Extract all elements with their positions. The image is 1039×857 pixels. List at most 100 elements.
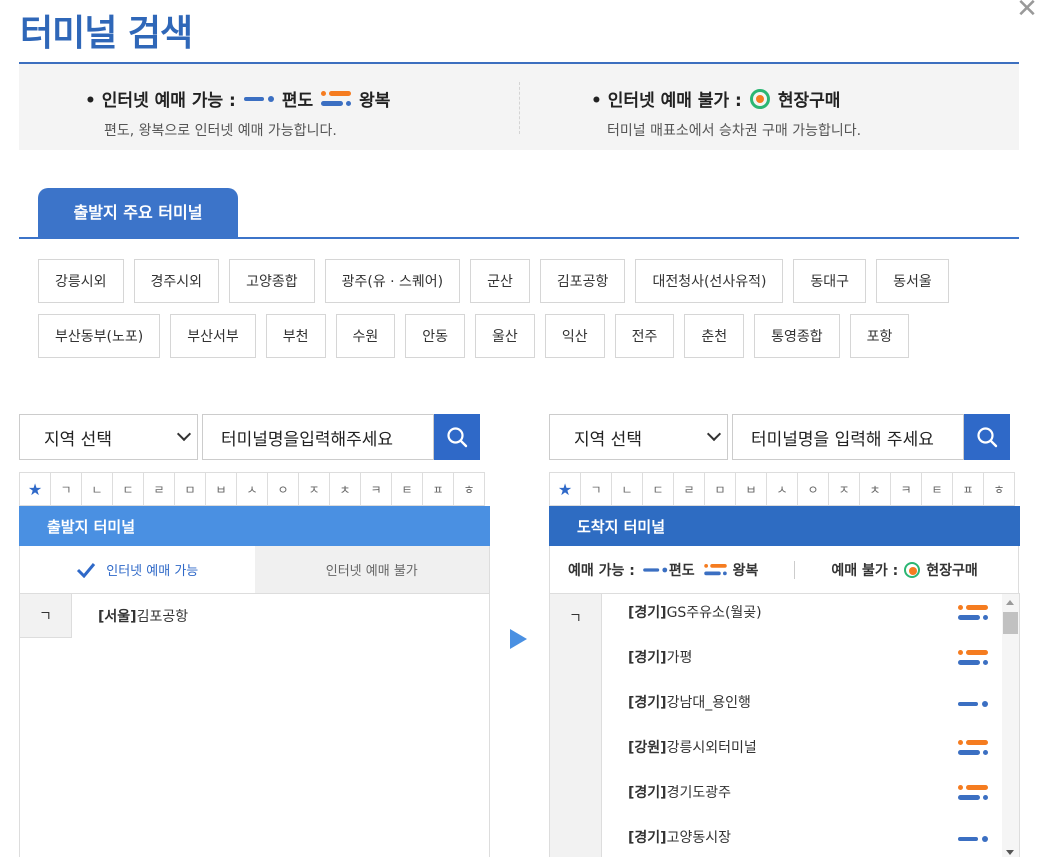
departure-terminal-list: ㄱ [서울]김포공항	[19, 593, 490, 857]
consonant-tab[interactable]: ㅂ	[206, 473, 237, 505]
terminal-chip[interactable]: 부천	[265, 314, 326, 358]
terminal-chip[interactable]: 통영종합	[754, 314, 840, 358]
scroll-thumb[interactable]	[1003, 612, 1018, 634]
on-site-purchase-icon	[749, 88, 770, 109]
consonant-tab[interactable]: ㅍ	[423, 473, 454, 505]
consonant-tab[interactable]: ㅈ	[299, 473, 330, 505]
arrival-search-input[interactable]: 터미널명을 입력해 주세요	[732, 414, 964, 460]
chip-row: 부산동부(노포) 부산서부 부천 수원 안동 울산 익산 전주 춘천 통영종합 포항	[38, 314, 998, 358]
consonant-tab[interactable]: ㅇ	[798, 473, 829, 505]
consonant-tab[interactable]: ㅌ	[922, 473, 953, 505]
chip-row: 강릉시외 경주시외 고양종합 광주(유 · 스퀘어) 군산 김포공항 대전청사(선사유적) 동…	[38, 259, 998, 303]
consonant-index: ★ ㄱㄴㄷㄹㅁㅂㅅㅇㅈㅊㅋㅌㅍㅎ	[549, 472, 1015, 506]
scroll-up-icon[interactable]	[1006, 600, 1014, 605]
terminal-chip[interactable]: 경주시외	[133, 259, 220, 303]
scroll-down-icon[interactable]	[1006, 850, 1014, 855]
terminal-chip[interactable]: 수원	[335, 314, 396, 358]
consonant-tab[interactable]: ㅌ	[392, 473, 423, 505]
terminal-name: 고양동시장	[666, 830, 731, 846]
consonant-tab[interactable]: ㄱ	[51, 473, 82, 505]
arrival-list-header: 도착지 터미널	[549, 506, 1020, 546]
terminal-region: [경기]	[628, 605, 667, 621]
legend-offline-label: 예매 불가 :	[831, 562, 899, 579]
favorites-star-icon[interactable]: ★	[20, 473, 51, 505]
favorites-star-icon[interactable]: ★	[550, 473, 581, 505]
terminal-chip[interactable]: 고양종합	[229, 259, 315, 303]
consonant-tab[interactable]: ㄹ	[674, 473, 705, 505]
departure-panel: 지역 선택 터미널명을입력해주세요 ★ ㄱㄴㄷㄹㅁㅂㅅㅇㅈㅊㅋㅌㅍㅎ 출발지 터미…	[19, 414, 490, 857]
list-item[interactable]: [경기]고양동시장	[628, 827, 731, 847]
tab-online-label: 인터넷 예매 가능	[106, 564, 199, 579]
consonant-tab[interactable]: ㅂ	[736, 473, 767, 505]
close-icon[interactable]: ✕	[1015, 0, 1039, 24]
offline-booking-title: • 인터넷 예매 불가 :	[591, 91, 742, 111]
terminal-name: 김포공항	[136, 609, 189, 625]
terminal-chip[interactable]: 부산서부	[170, 314, 256, 358]
consonant-tab[interactable]: ㅊ	[860, 473, 891, 505]
list-item[interactable]: [경기]가평	[628, 647, 692, 667]
departure-search-input[interactable]: 터미널명을입력해주세요	[202, 414, 434, 460]
consonant-tab[interactable]: ㅁ	[175, 473, 206, 505]
consonant-tab[interactable]: ㅇ	[268, 473, 299, 505]
offline-booking-desc: 터미널 매표소에서 승차권 구매 가능합니다.	[607, 123, 862, 139]
consonant-tab[interactable]: ㄱ	[581, 473, 612, 505]
search-icon	[447, 427, 468, 448]
consonant-tab[interactable]: ㅋ	[361, 473, 392, 505]
terminal-chip[interactable]: 강릉시외	[38, 259, 124, 303]
departure-region-select[interactable]: 지역 선택	[19, 414, 198, 460]
arrival-search-button[interactable]	[964, 414, 1010, 460]
consonant-tab[interactable]: ㅅ	[767, 473, 798, 505]
list-item[interactable]: [경기]강남대_용인행	[628, 692, 751, 712]
terminal-chip[interactable]: 춘천	[684, 314, 745, 358]
list-item[interactable]: [경기]경기도광주	[628, 782, 731, 802]
consonant-tab[interactable]: ㄴ	[82, 473, 113, 505]
terminal-chip[interactable]: 안동	[405, 314, 466, 358]
index-letter: ㄱ	[550, 594, 602, 857]
consonant-tab[interactable]: ㅊ	[330, 473, 361, 505]
tab-offline-booking[interactable]: 인터넷 예매 불가	[254, 546, 489, 593]
terminal-chip[interactable]: 광주(유 · 스퀘어)	[324, 259, 461, 303]
terminal-chip[interactable]: 동대구	[793, 259, 867, 303]
list-item[interactable]: [서울]김포공항	[98, 606, 188, 626]
round-trip-icon	[321, 90, 352, 108]
consonant-tab[interactable]: ㅍ	[953, 473, 984, 505]
list-item[interactable]: [경기]GS주유소(월곶)	[628, 602, 762, 622]
terminal-chip[interactable]: 익산	[544, 314, 605, 358]
terminal-region: [서울]	[98, 609, 137, 625]
terminal-chip[interactable]: 대전청사(선사유적)	[635, 259, 784, 303]
tab-major-departure-terminals[interactable]: 출발지 주요 터미널	[38, 188, 238, 238]
terminal-chip[interactable]: 김포공항	[539, 259, 626, 303]
consonant-tab[interactable]: ㄴ	[612, 473, 643, 505]
consonant-tab[interactable]: ㄷ	[643, 473, 674, 505]
terminal-chip[interactable]: 부산동부(노포)	[38, 314, 161, 358]
offline-booking-info: • 인터넷 예매 불가 : 현장구매 터미널 매표소에서 승차권 구매 가능합니…	[519, 64, 1019, 150]
one-way-icon	[958, 699, 988, 709]
legend-divider	[794, 560, 796, 579]
consonant-tab[interactable]: ㅅ	[237, 473, 268, 505]
consonant-tab[interactable]: ㅈ	[829, 473, 860, 505]
terminal-name: GS주유소(월곶)	[666, 605, 762, 621]
major-terminal-chips: 강릉시외 경주시외 고양종합 광주(유 · 스퀘어) 군산 김포공항 대전청사(선사유적) 동…	[38, 259, 998, 369]
terminal-region: [경기]	[628, 830, 667, 846]
arrow-right-icon	[510, 629, 527, 649]
consonant-tab[interactable]: ㄷ	[113, 473, 144, 505]
chevron-down-icon	[706, 426, 722, 442]
terminal-region: [경기]	[628, 785, 667, 801]
consonant-tab[interactable]: ㅎ	[454, 473, 484, 505]
departure-search-button[interactable]	[434, 414, 480, 460]
list-item[interactable]: [강원]강릉시외터미널	[628, 737, 757, 757]
terminal-chip[interactable]: 울산	[475, 314, 535, 358]
terminal-chip[interactable]: 동서울	[876, 259, 949, 303]
tab-online-booking[interactable]: 인터넷 예매 가능	[20, 546, 255, 593]
terminal-chip[interactable]: 포항	[849, 314, 910, 358]
consonant-tab[interactable]: ㅋ	[891, 473, 922, 505]
arrival-region-select[interactable]: 지역 선택	[549, 414, 728, 460]
terminal-chip[interactable]: 전주	[614, 314, 675, 358]
terminal-name: 경기도광주	[666, 785, 731, 801]
terminal-chip[interactable]: 군산	[470, 259, 530, 303]
consonant-tab[interactable]: ㄹ	[144, 473, 175, 505]
consonant-tab[interactable]: ㅎ	[984, 473, 1014, 505]
online-booking-title: • 인터넷 예매 가능 :	[85, 91, 236, 111]
scrollbar[interactable]	[1002, 594, 1019, 857]
consonant-tab[interactable]: ㅁ	[705, 473, 736, 505]
